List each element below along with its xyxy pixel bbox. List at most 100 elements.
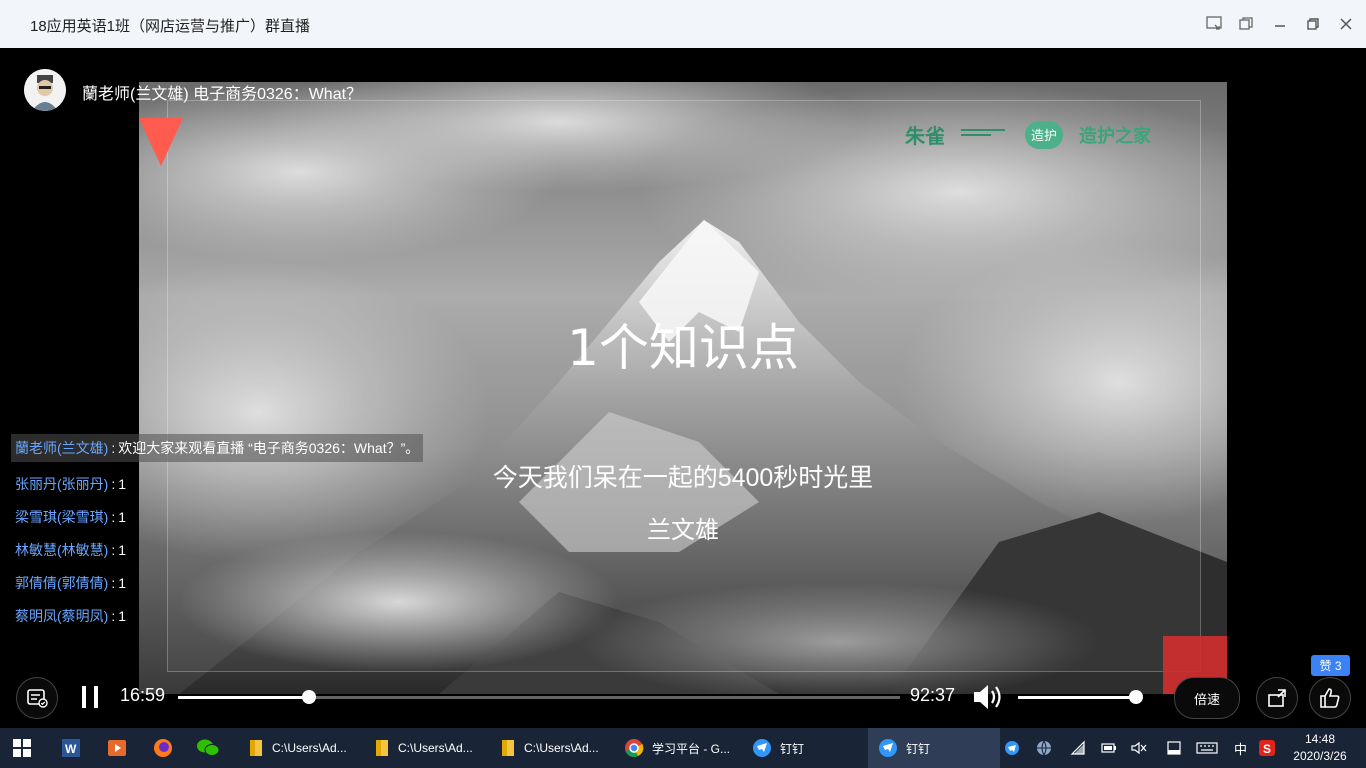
chat-text: 1 (118, 607, 127, 624)
taskbar-wechat[interactable] (196, 728, 222, 768)
start-button[interactable] (12, 728, 40, 768)
logo-zaohu: 造护 (1025, 120, 1063, 149)
tray-volume[interactable] (1130, 728, 1148, 768)
total-time: 92:37 (910, 685, 956, 705)
volume-button[interactable] (970, 680, 1006, 714)
presenter-avatar[interactable] (24, 69, 66, 111)
thumbs-up-icon (1320, 688, 1340, 708)
speaker-icon (974, 685, 1001, 709)
chat-sender[interactable]: 蘭老师(兰文雄) (15, 438, 108, 458)
clock-time: 14:48 (1304, 732, 1336, 746)
chat-separator: : (111, 508, 116, 525)
dingtalk-icon (753, 739, 771, 757)
like-count-badge: 赞 3 (1311, 655, 1350, 676)
message-list-icon (27, 689, 48, 708)
wifi-icon (1070, 740, 1085, 755)
progress-bar[interactable] (178, 690, 900, 704)
window-title: 18应用英语1班（网店运营与推广）群直播 (30, 18, 311, 35)
chat-sender[interactable]: 林敏慧(林敏慧) (15, 540, 108, 560)
float-window-icon[interactable] (1236, 14, 1256, 34)
dingtalk-icon (879, 739, 897, 757)
current-time: 16:59 (120, 685, 166, 705)
chat-separator: : (111, 541, 116, 558)
battery-icon (1101, 743, 1116, 753)
taskbar-item-label: C:\Users\Ad... (272, 741, 347, 755)
folder-icon (250, 740, 262, 756)
chat-message: 林敏慧(林敏慧):1 (15, 533, 423, 566)
taskbar-item-label: C:\Users\Ad... (398, 741, 473, 755)
chat-separator: : (111, 574, 116, 591)
tray-notification[interactable] (1166, 728, 1182, 768)
windows-taskbar: W C:\Users\Ad... C:\Users\Ad... C:\Users… (0, 728, 1366, 768)
chat-sender[interactable]: 梁雪琪(梁雪琪) (15, 507, 108, 527)
chat-sender[interactable]: 郭倩倩(郭倩倩) (15, 573, 108, 593)
chat-message: 张丽丹(张丽丹):1 (15, 467, 423, 500)
folder-icon (376, 740, 388, 756)
wechat-icon (197, 739, 220, 756)
chrome-icon (625, 739, 644, 757)
taskbar-clock[interactable]: 14:48 2020/3/26 (1290, 731, 1350, 765)
taskbar-chrome[interactable]: 学习平台 - G... (616, 728, 746, 768)
firefox-icon (154, 739, 172, 757)
chat-separator: : (111, 475, 116, 492)
chat-text: 1 (118, 541, 127, 558)
title-bar: 18应用英语1班（网店运营与推广）群直播 (0, 0, 1366, 48)
logo-zhuque: 朱雀 (905, 126, 945, 148)
tray-network-app[interactable] (1036, 728, 1052, 768)
chat-message: 蔡明凤(蔡明凤):1 (15, 599, 423, 632)
pin-window-icon[interactable] (1204, 14, 1224, 34)
svg-text:W: W (65, 742, 77, 756)
chat-list: 蘭老师(兰文雄): 欢迎大家来观看直播 “电子商务0326：What？”。 张丽丹… (11, 434, 424, 632)
tray-sogou[interactable]: S (1258, 728, 1276, 768)
tray-keyboard[interactable] (1196, 728, 1218, 768)
chat-message: 蘭老师(兰文雄): 欢迎大家来观看直播 “电子商务0326：What？”。 (11, 434, 424, 462)
playback-speed-button[interactable]: 倍速 (1174, 677, 1240, 719)
taskbar-explorer-3[interactable]: C:\Users\Ad... (490, 728, 622, 768)
pause-icon (82, 686, 98, 708)
logo-zaohu-home: 造护之家 (1079, 125, 1151, 146)
volume-handle[interactable] (1128, 690, 1143, 704)
taskbar-item-label: 学习平台 - G... (652, 741, 731, 756)
clock-date: 2020/3/26 (1293, 749, 1347, 763)
tray-wifi[interactable] (1070, 728, 1086, 768)
like-button[interactable] (1309, 677, 1351, 719)
sponsor-logos: 朱雀 造护 造护之家 (905, 120, 1151, 149)
taskbar-explorer-1[interactable]: C:\Users\Ad... (238, 728, 370, 768)
svg-text:S: S (1263, 742, 1271, 756)
share-button[interactable] (1256, 677, 1298, 719)
volume-fill (1018, 696, 1136, 699)
share-icon (1268, 689, 1286, 707)
tray-battery[interactable] (1100, 728, 1118, 768)
tray-dingtalk[interactable] (1004, 728, 1020, 768)
chat-message: 郭倩倩(郭倩倩):1 (15, 566, 423, 599)
chat-sender[interactable]: 张丽丹(张丽丹) (15, 474, 108, 494)
sogou-input-icon: S (1259, 740, 1275, 756)
progress-handle[interactable] (301, 690, 316, 704)
chat-toggle-button[interactable] (16, 677, 58, 719)
globe-icon (1037, 740, 1051, 756)
taskbar-dingtalk-2[interactable]: 钉钉 (868, 728, 1000, 768)
chat-sender[interactable]: 蔡明凤(蔡明凤) (15, 606, 108, 626)
taskbar-firefox[interactable] (152, 728, 176, 768)
taskbar-word[interactable]: W (60, 728, 84, 768)
restore-icon[interactable] (1303, 14, 1323, 34)
word-icon: W (62, 739, 80, 757)
chat-separator: : (111, 607, 116, 624)
taskbar-item-label: 钉钉 (906, 741, 931, 756)
taskbar-dingtalk-1[interactable]: 钉钉 (742, 728, 874, 768)
chat-text: 欢迎大家来观看直播 “电子商务0326：What？”。 (118, 440, 420, 456)
windows-logo-icon (13, 739, 31, 757)
presenter-title: 蘭老师(兰文雄) 电子商务0326：What？ (82, 86, 363, 103)
close-icon[interactable] (1336, 14, 1356, 34)
tray-ime[interactable]: 中 (1234, 728, 1247, 768)
chat-separator: : (111, 440, 116, 456)
taskbar-video-player[interactable] (106, 728, 130, 768)
video-player-icon (108, 740, 126, 756)
chat-text: 1 (118, 508, 127, 525)
pause-button[interactable] (76, 682, 104, 712)
minimize-icon[interactable] (1270, 14, 1290, 34)
taskbar-explorer-2[interactable]: C:\Users\Ad... (364, 728, 496, 768)
slide-headline: 1个知识点 (567, 319, 799, 377)
volume-slider[interactable] (1018, 690, 1143, 704)
notification-icon (1167, 741, 1181, 755)
